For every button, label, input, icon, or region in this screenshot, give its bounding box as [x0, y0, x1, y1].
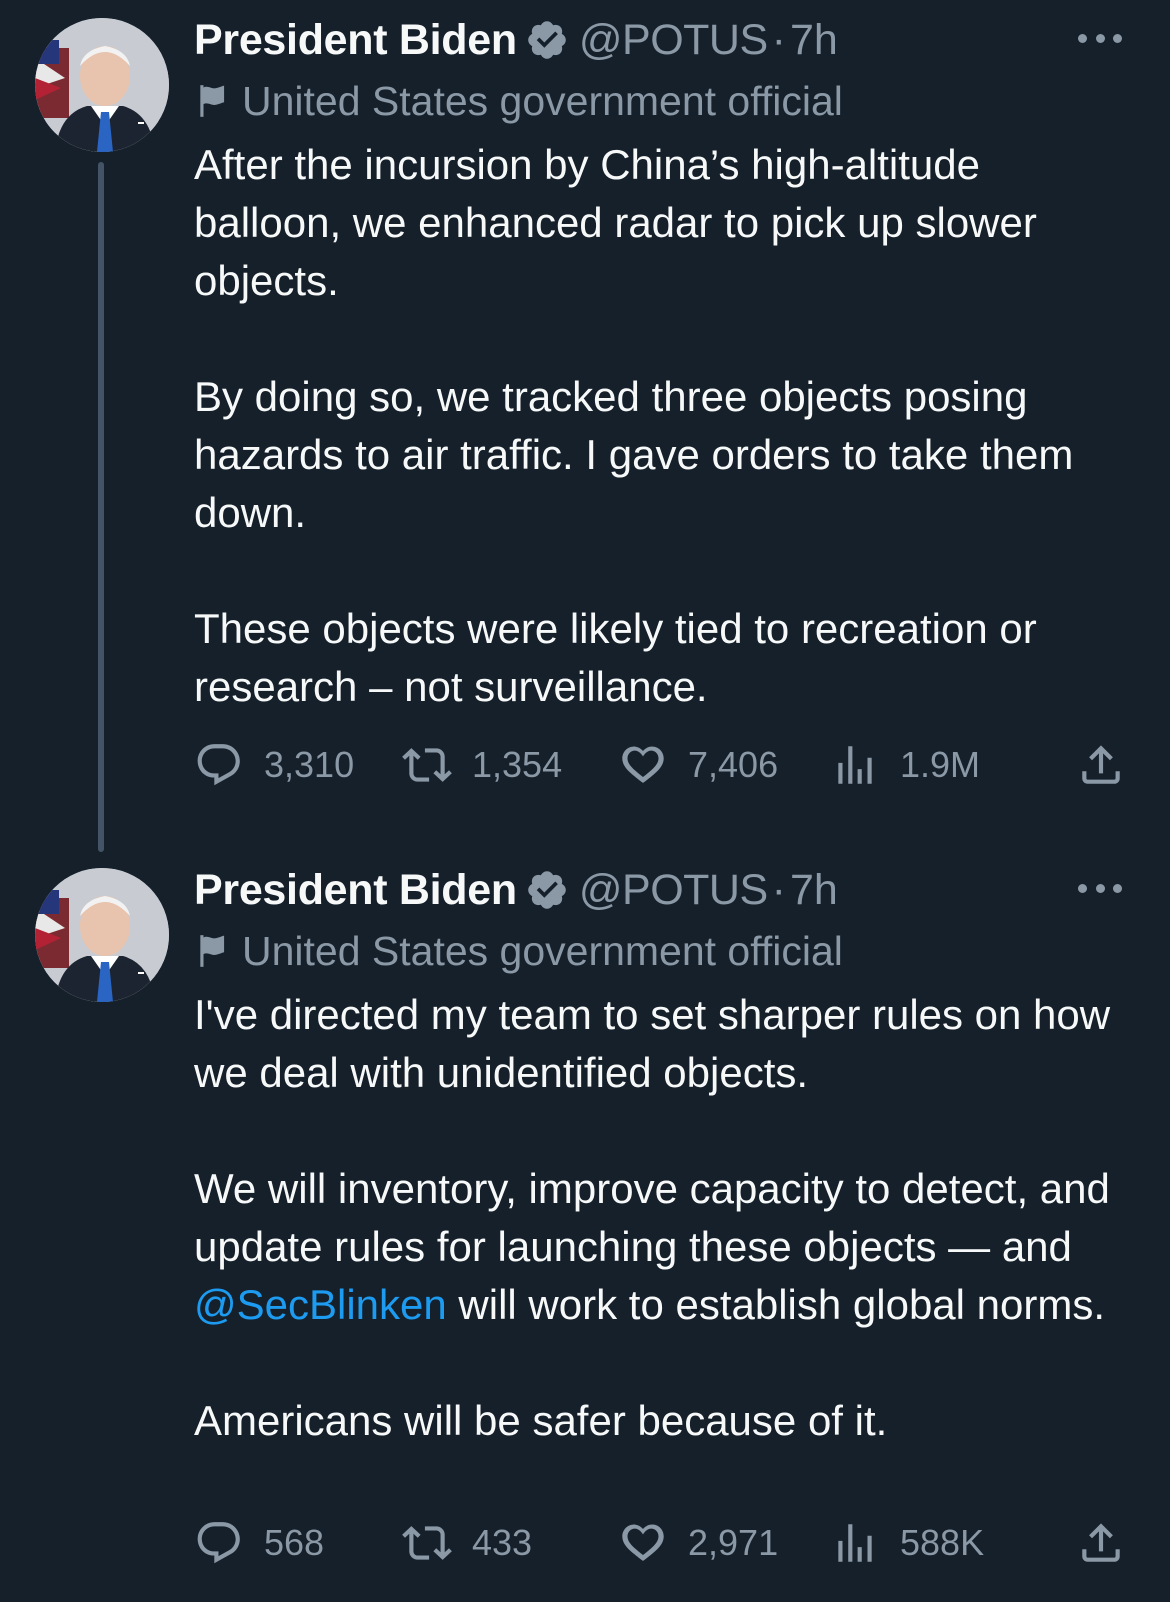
like-count: 2,971	[688, 1522, 779, 1563]
account-label: United States government official	[194, 926, 843, 976]
account-label-text[interactable]: United States government official	[242, 78, 843, 125]
retweet-count: 1,354	[472, 744, 563, 785]
avatar-photo	[35, 868, 169, 1002]
author-handle[interactable]: @POTUS	[579, 866, 768, 915]
views-chart-icon	[838, 746, 872, 784]
share-button[interactable]	[1076, 740, 1126, 790]
government-flag-icon	[194, 932, 232, 970]
more-icon[interactable]	[1078, 30, 1122, 46]
like-button[interactable]: 2,971	[618, 1518, 778, 1568]
tweet-actions: 568 433 2,971 588K	[194, 1518, 1130, 1568]
separator-dot: ·	[771, 15, 786, 64]
share-icon	[1082, 1523, 1120, 1562]
timestamp[interactable]: 7h	[790, 866, 838, 915]
reply-count: 568	[264, 1522, 325, 1563]
thread-connector-line	[98, 162, 104, 852]
views-count: 588K	[900, 1522, 985, 1563]
tweet-paragraph: After the incursion by China’s high-alti…	[194, 141, 1037, 304]
account-label: United States government official	[194, 76, 843, 126]
tweet-2[interactable]: President Biden @POTUS · 7h United State…	[0, 850, 1170, 1602]
tweet-text-segment: will work to establish global norms.	[446, 1281, 1106, 1328]
tweet-1[interactable]: President Biden @POTUS · 7h United State…	[0, 0, 1170, 852]
retweet-button[interactable]: 1,354	[402, 740, 562, 790]
tweet-text-segment: We will inventory, improve capacity to d…	[194, 1165, 1110, 1270]
views-button[interactable]: 1.9M	[830, 740, 980, 790]
author-name[interactable]: President Biden	[194, 16, 517, 65]
tweet-paragraph: Americans will be safer because of it.	[194, 1397, 888, 1444]
views-button[interactable]: 588K	[830, 1518, 984, 1568]
heart-icon	[622, 746, 664, 783]
tweet-paragraph: These objects were likely tied to recrea…	[194, 605, 1037, 710]
retweet-count: 433	[472, 1522, 533, 1563]
tweet-paragraph: By doing so, we tracked three objects po…	[194, 373, 1074, 536]
tweet-paragraph: I've directed my team to set sharper rul…	[194, 991, 1111, 1096]
tweet-header: President Biden @POTUS · 7h	[194, 864, 838, 916]
reply-button[interactable]: 3,310	[194, 740, 354, 790]
views-chart-icon	[838, 1524, 872, 1562]
like-button[interactable]: 7,406	[618, 740, 778, 790]
reply-button[interactable]: 568	[194, 1518, 324, 1568]
share-button[interactable]	[1076, 1518, 1126, 1568]
like-count: 7,406	[688, 744, 779, 785]
account-label-text[interactable]: United States government official	[242, 928, 843, 975]
separator-dot: ·	[771, 865, 786, 914]
more-icon[interactable]	[1078, 880, 1122, 896]
share-icon	[1082, 745, 1120, 784]
heart-icon	[622, 1524, 664, 1561]
reply-icon	[197, 744, 240, 786]
tweet-text: After the incursion by China’s high-alti…	[194, 136, 1114, 716]
views-count: 1.9M	[900, 744, 981, 785]
avatar[interactable]	[35, 868, 169, 1002]
avatar-photo	[35, 18, 169, 152]
verified-badge-icon	[525, 18, 569, 62]
retweet-icon	[402, 748, 452, 782]
mention-link[interactable]: @SecBlinken	[194, 1281, 447, 1328]
avatar[interactable]	[35, 18, 169, 152]
retweet-icon	[402, 1526, 452, 1560]
verified-badge-icon	[525, 868, 569, 912]
timestamp[interactable]: 7h	[790, 16, 838, 65]
reply-icon	[197, 1522, 240, 1564]
author-handle[interactable]: @POTUS	[579, 16, 768, 65]
author-name[interactable]: President Biden	[194, 866, 517, 915]
tweet-paragraph: We will inventory, improve capacity to d…	[194, 1160, 1114, 1334]
tweet-actions: 3,310 1,354 7,406 1.9M	[194, 740, 1130, 790]
reply-count: 3,310	[264, 744, 355, 785]
retweet-button[interactable]: 433	[402, 1518, 532, 1568]
government-flag-icon	[194, 82, 232, 120]
tweet-header: President Biden @POTUS · 7h	[194, 14, 838, 66]
tweet-text: I've directed my team to set sharper rul…	[194, 986, 1114, 1450]
